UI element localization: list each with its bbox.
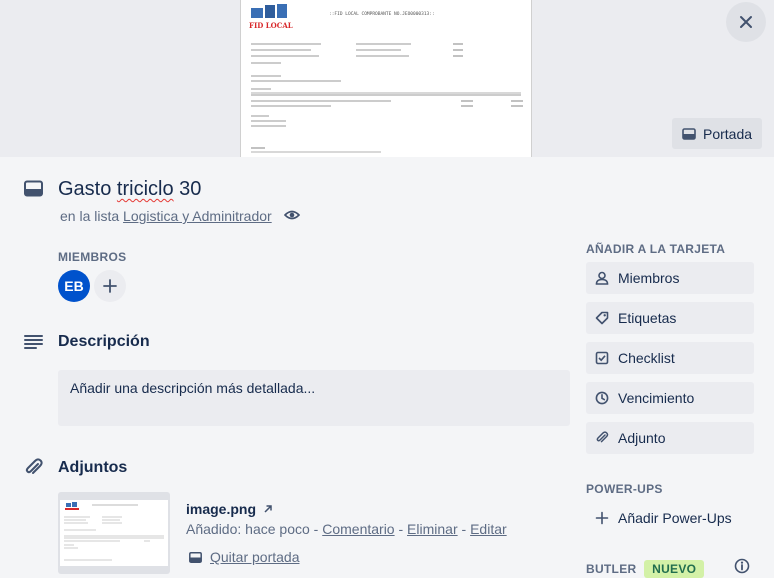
card-title-start: Gasto [58,178,117,200]
remove-cover-link[interactable]: Quitar portada [189,549,300,565]
paperclip-icon [25,458,43,474]
info-icon[interactable] [734,558,750,574]
due-date-button-label: Vencimiento [618,390,695,406]
cover-logo-text: FID LOCAL [249,21,293,30]
members-button-label: Miembros [618,270,680,286]
clock-icon [595,391,609,405]
labels-button[interactable]: Etiquetas [586,302,754,334]
card-title[interactable]: Gasto triciclo 30 [58,178,201,201]
due-date-button[interactable]: Vencimiento [586,382,754,414]
separator: - [457,521,471,537]
checklist-button[interactable]: Checklist [586,342,754,374]
thumbnail-document [64,502,164,561]
description-icon [24,335,43,349]
card-title-end: 30 [173,178,202,200]
members-button[interactable]: Miembros [586,262,754,294]
open-external-icon[interactable] [263,502,273,517]
comment-link[interactable]: Comentario [322,521,394,537]
remove-cover-label: Quitar portada [210,549,300,565]
thumbnail-image [60,500,168,566]
card-icon [24,180,43,197]
plus-icon [103,279,117,293]
card-cover: FID LOCAL ::FID LOCAL COMPROBANTE NO.JEO… [0,0,774,157]
butler-section: BUTLER NUEVO [586,560,705,578]
avatar[interactable]: EB [58,270,90,302]
arrow-up-right-icon [264,505,272,513]
list-link[interactable]: Logistica y Adminitrador [123,208,272,224]
add-powerups-button[interactable]: Añadir Power-Ups [586,502,754,534]
add-to-card-label: AÑADIR A LA TARJETA [586,242,726,256]
card-cover-icon [189,551,202,563]
in-list-prefix: en la lista [60,208,124,224]
attachment-thumbnail[interactable] [58,492,170,574]
attachment-added: Añadido: hace poco [186,521,310,537]
cover-doc-header: ::FID LOCAL COMPROBANTE NO.JEO0000313:: [329,12,435,17]
plus-icon [595,511,609,525]
card-cover-icon [682,127,696,140]
card-title-misspelled-word: triciclo [116,178,174,200]
checklist-button-label: Checklist [618,350,675,366]
attachments-title: Adjuntos [58,459,128,476]
cover-image: FID LOCAL ::FID LOCAL COMPROBANTE NO.JEO… [240,0,532,157]
add-member-button[interactable] [94,270,126,302]
separator: - [309,521,323,537]
paperclip-icon [596,431,609,443]
add-powerups-label: Añadir Power-Ups [618,510,732,526]
eye-icon[interactable] [284,208,300,222]
close-button[interactable] [726,2,766,42]
edit-link[interactable]: Editar [470,521,507,537]
powerups-label: POWER-UPS [586,482,663,496]
delete-link[interactable]: Eliminar [407,521,458,537]
labels-button-label: Etiquetas [618,310,677,326]
person-icon [595,271,609,285]
cover-button-label: Portada [703,125,753,142]
description-title: Descripción [58,333,150,350]
separator: - [394,521,408,537]
card-list-info: en la lista Logistica y Adminitrador [60,208,272,224]
attachment-meta: Añadido: hace poco - Comentario - Elimin… [186,521,507,537]
attachment-button-label: Adjunto [618,430,666,446]
close-icon [740,16,752,28]
members-label: MIEMBROS [58,250,127,264]
description-field[interactable]: Añadir una descripción más detallada... [58,370,570,426]
new-badge: NUEVO [644,560,705,578]
tag-icon [595,311,609,325]
attachment-button[interactable]: Adjunto [586,422,754,454]
cover-button[interactable]: Portada [672,118,762,149]
attachment-name[interactable]: image.png [186,501,256,517]
checklist-icon [595,351,609,365]
